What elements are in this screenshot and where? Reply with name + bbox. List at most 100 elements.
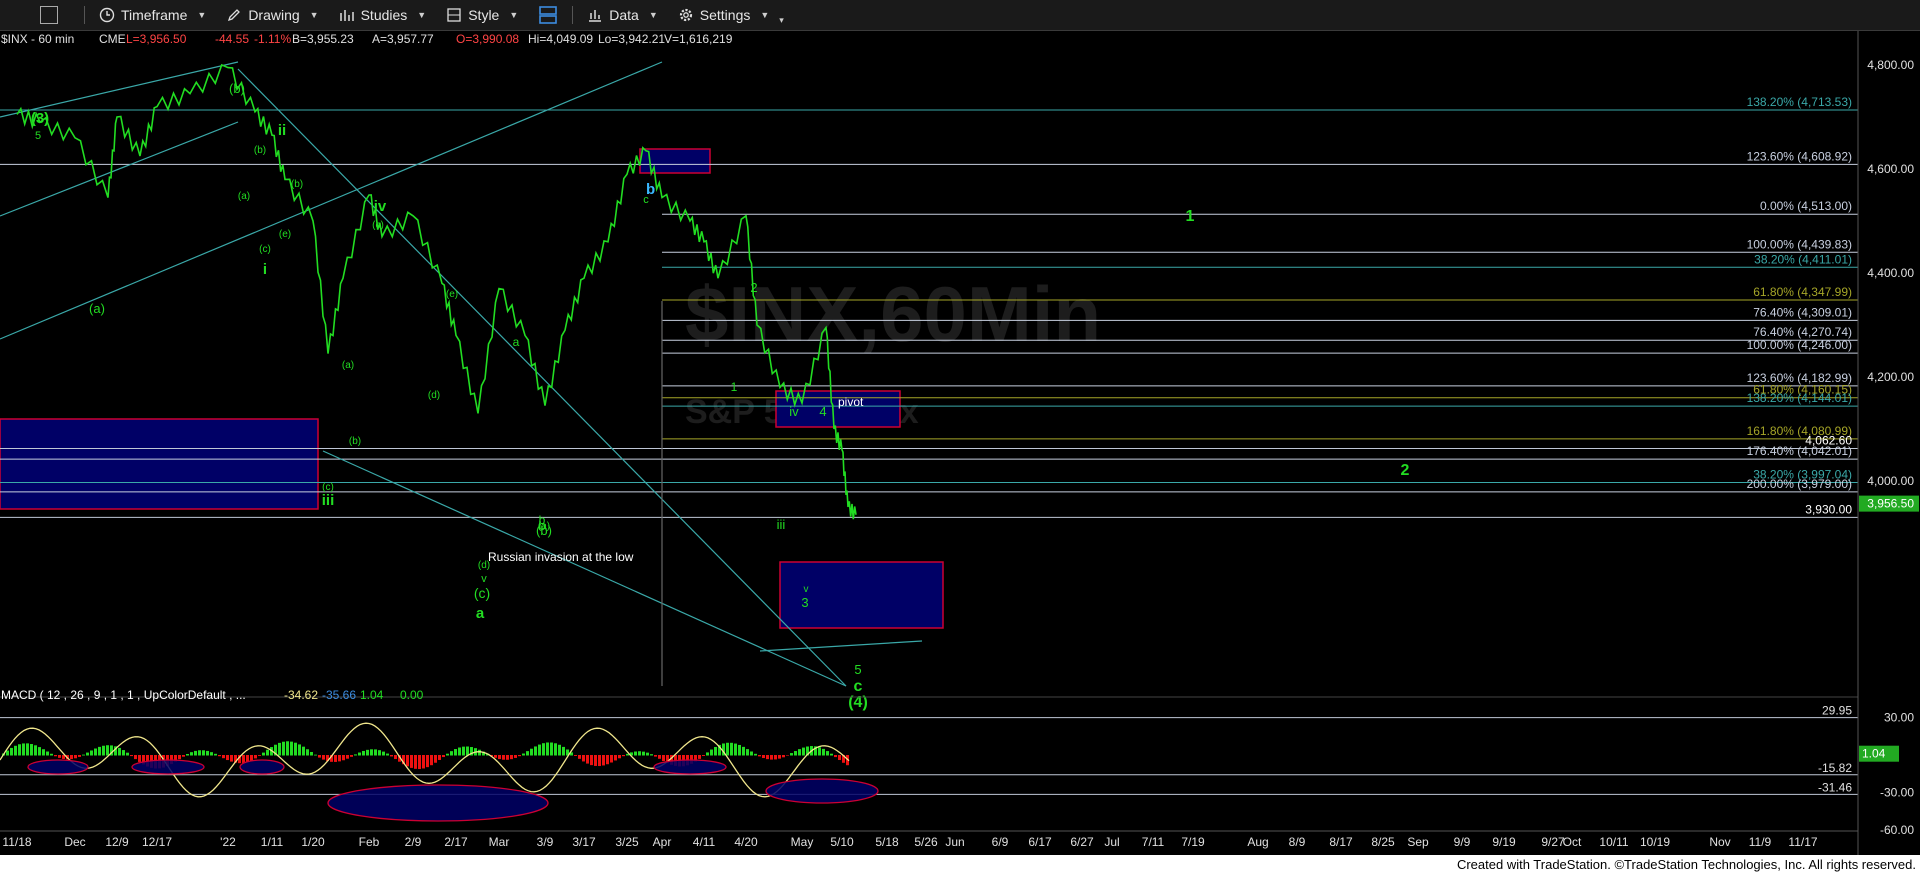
timeframe-label: Timeframe xyxy=(121,7,188,23)
time-axis-tick: 9/9 xyxy=(1454,835,1471,849)
time-axis-tick: 1/11 xyxy=(261,835,284,849)
layout-square-icon[interactable] xyxy=(40,6,58,24)
macd-histogram-bar xyxy=(262,752,265,756)
macd-histogram-bar xyxy=(618,755,621,759)
macd-level-label: -31.46 xyxy=(1818,780,1852,794)
time-axis-tick: 3/25 xyxy=(615,835,639,849)
macd-histogram-bar xyxy=(282,741,285,756)
fib-label: 138.20% (4,144.01) xyxy=(1747,391,1852,405)
time-axis-tick: 5/18 xyxy=(875,835,899,849)
macd-histogram-bar xyxy=(138,755,141,762)
macd-histogram-bar xyxy=(638,751,641,756)
settings-button[interactable]: Settings ▼ ▾ xyxy=(668,0,794,30)
macd-histogram-bar xyxy=(462,746,465,756)
data-button[interactable]: Data ▼ xyxy=(577,0,668,30)
gear-icon xyxy=(679,8,692,22)
footer-credit: Created with TradeStation. ©TradeStation… xyxy=(1456,857,1916,872)
macd-histogram-bar xyxy=(314,754,317,756)
macd-histogram-bar xyxy=(734,743,737,756)
chevron-down-icon: ▼ xyxy=(760,10,770,20)
macd-histogram-bar xyxy=(38,747,41,756)
macd-histogram-bar xyxy=(118,747,121,756)
macd-histogram-bar xyxy=(126,752,129,756)
macd-axis-tick: -30.00 xyxy=(1880,786,1914,800)
macd-histogram-bar xyxy=(6,750,9,756)
header-field: L=3,956.50 xyxy=(126,32,187,46)
macd-histogram-bar xyxy=(46,751,49,756)
wave-label: ii xyxy=(278,122,286,139)
macd-histogram-bar xyxy=(706,752,709,756)
style-label: Style xyxy=(468,7,500,23)
macd-histogram-bar xyxy=(206,750,209,756)
macd-header: 0.00 xyxy=(400,688,424,702)
drawing-label: Drawing xyxy=(248,7,300,23)
fib-label: 123.60% (4,608.92) xyxy=(1747,149,1852,163)
time-axis-tick: May xyxy=(791,835,814,849)
toolbar: Timeframe ▼ Drawing ▼ Studies ▼ Style ▼ Data… xyxy=(0,0,1920,31)
wave-label: v xyxy=(804,584,809,595)
wave-label: 5 xyxy=(854,662,861,677)
time-axis-tick: Feb xyxy=(359,835,380,849)
panels-button[interactable] xyxy=(528,0,568,30)
macd-histogram-bar xyxy=(586,755,589,764)
macd-histogram-bar xyxy=(654,755,657,757)
time-axis-tick: Oct xyxy=(1563,835,1582,849)
macd-histogram-bar xyxy=(826,751,829,756)
macd-histogram-bar xyxy=(430,755,433,766)
macd-histogram-bar xyxy=(730,742,733,756)
macd-histogram-bar xyxy=(602,755,605,766)
price-axis-tick: 4,400.00 xyxy=(1867,266,1914,280)
time-axis-tick: Nov xyxy=(1709,835,1730,849)
macd-histogram-bar xyxy=(622,755,625,757)
toolbar-separator xyxy=(572,6,574,24)
wave-label: iv xyxy=(789,404,799,419)
wave-label: (a) xyxy=(342,360,354,371)
style-button[interactable]: Style ▼ xyxy=(436,0,528,30)
wave-label-b-box: b xyxy=(646,181,655,198)
header-field: -1.11% xyxy=(254,32,291,46)
price-axis-tick: 4,200.00 xyxy=(1867,370,1914,384)
macd-histogram-bar xyxy=(818,747,821,756)
wave-label: (e) xyxy=(279,229,291,240)
macd-histogram-bar xyxy=(786,755,789,756)
macd-histogram-bar xyxy=(370,749,373,756)
macd-histogram-bar xyxy=(498,755,501,760)
macd-histogram-bar xyxy=(646,752,649,756)
drawing-button[interactable]: Drawing ▼ xyxy=(216,0,328,30)
studies-button[interactable]: Studies ▼ xyxy=(329,0,437,30)
fib-label: 61.80% (4,347.99) xyxy=(1753,285,1852,299)
macd-histogram-bar xyxy=(598,755,601,767)
time-axis-tick: 3/9 xyxy=(537,835,554,849)
chart-area[interactable]: $INX,60MinS&P 500 Index 138.20% (4,713.5… xyxy=(0,31,1920,855)
fib-label: 138.20% (4,713.53) xyxy=(1747,95,1852,109)
macd-histogram-bar xyxy=(186,753,189,756)
header-field: V=1,616,219 xyxy=(664,32,733,46)
time-axis-tick: 5/26 xyxy=(914,835,938,849)
timeframe-button[interactable]: Timeframe ▼ xyxy=(89,0,216,30)
macd-histogram-bar xyxy=(222,755,225,759)
wave-label: (b) xyxy=(229,81,245,96)
wave-label: 2 xyxy=(1401,462,1410,479)
trend-line xyxy=(237,68,847,687)
macd-histogram-bar xyxy=(702,755,705,756)
macd-histogram-bar xyxy=(58,755,61,758)
time-axis-tick: Aug xyxy=(1247,835,1268,849)
macd-histogram-bar xyxy=(122,750,125,756)
wave-label: (b) xyxy=(291,179,303,190)
macd-divergence-ellipse xyxy=(239,759,285,775)
macd-histogram-bar xyxy=(562,746,565,756)
macd-histogram-bar xyxy=(78,755,81,757)
macd-histogram-bar xyxy=(526,751,529,756)
macd-histogram-bar xyxy=(530,748,533,756)
macd-histogram-bar xyxy=(190,752,193,756)
macd-histogram-bar xyxy=(22,743,25,756)
macd-histogram-bar xyxy=(514,755,517,758)
macd-histogram-bar xyxy=(802,747,805,756)
macd-histogram-bar xyxy=(350,755,353,757)
time-axis-tick: 8/9 xyxy=(1289,835,1306,849)
macd-divergence-ellipse xyxy=(131,759,205,775)
price-chart[interactable]: $INX,60MinS&P 500 Index 138.20% (4,713.5… xyxy=(0,31,1920,855)
macd-histogram-bar xyxy=(710,749,713,756)
annotation-russian-invasion: Russian invasion at the low xyxy=(488,550,634,564)
trend-line xyxy=(0,61,239,118)
